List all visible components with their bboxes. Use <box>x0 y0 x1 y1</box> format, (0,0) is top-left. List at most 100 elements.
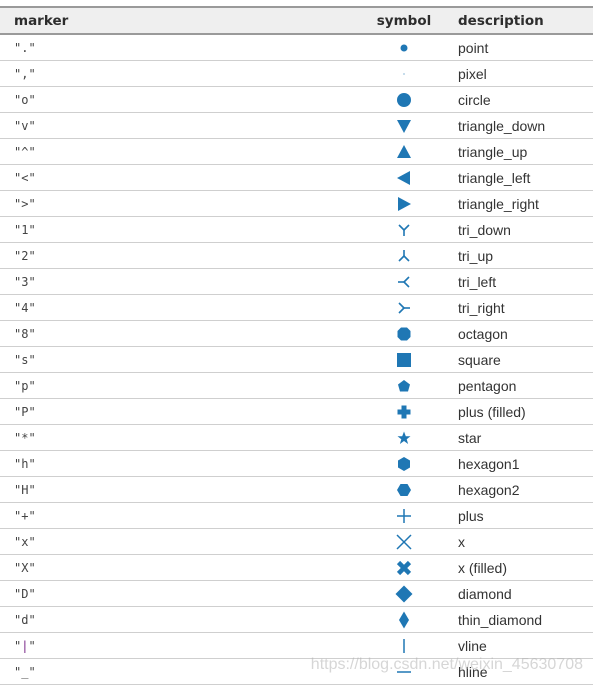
marker-code: "4" <box>0 294 364 321</box>
marker-symbol <box>364 606 444 633</box>
table-row: "d" thin_diamond <box>0 606 593 633</box>
marker-symbol <box>364 424 444 451</box>
marker-code-text: "X" <box>14 560 36 575</box>
x-icon <box>396 533 412 550</box>
marker-code-text: "P" <box>14 404 36 419</box>
marker-code-text: "8" <box>14 326 36 341</box>
marker-code: "|" <box>0 632 364 659</box>
marker-symbol <box>364 164 444 191</box>
marker-symbol <box>364 60 444 87</box>
table-row: "H" hexagon2 <box>0 476 593 503</box>
marker-code: "2" <box>0 242 364 269</box>
marker-symbol <box>364 34 444 61</box>
star-icon <box>397 431 411 444</box>
table-row: "*" star <box>0 424 593 451</box>
marker-symbol <box>364 112 444 139</box>
marker-symbol <box>364 320 444 347</box>
marker-code-text: "*" <box>14 430 36 445</box>
marker-code-text: "_" <box>14 664 36 679</box>
marker-code: "D" <box>0 580 364 607</box>
marker-code: "<" <box>0 164 364 191</box>
hexagon2-icon <box>397 483 411 496</box>
plus-icon <box>397 508 411 523</box>
marker-code: ">" <box>0 190 364 217</box>
marker-description: diamond <box>444 580 593 607</box>
marker-code-text: "h" <box>14 456 36 471</box>
table-header-row: marker symbol description <box>0 6 593 35</box>
marker-code-text: "v" <box>14 118 36 133</box>
plus-filled-icon <box>397 405 411 418</box>
marker-code-text: "<" <box>14 170 36 185</box>
thin-diamond-icon <box>399 611 409 628</box>
marker-description: triangle_down <box>444 112 593 139</box>
marker-code: "d" <box>0 606 364 633</box>
marker-code: "s" <box>0 346 364 373</box>
octagon-icon <box>397 327 411 340</box>
tri-right-icon <box>398 301 410 314</box>
marker-description: point <box>444 34 593 61</box>
marker-code-text: "." <box>14 40 36 55</box>
marker-code: "." <box>0 34 364 61</box>
marker-symbol <box>364 398 444 425</box>
marker-description: x <box>444 528 593 555</box>
marker-description: plus (filled) <box>444 398 593 425</box>
table-row: "v" triangle_down <box>0 112 593 139</box>
table-row: "x" x <box>0 528 593 555</box>
table-row: "X" x (filled) <box>0 554 593 581</box>
marker-symbol <box>364 268 444 295</box>
marker-code-text: "x" <box>14 534 36 549</box>
marker-code: "X" <box>0 554 364 581</box>
marker-table: marker symbol description "." point "," pix… <box>0 6 593 685</box>
marker-code: "_" <box>0 658 364 685</box>
marker-symbol <box>364 294 444 321</box>
marker-code-text: "4" <box>14 300 36 315</box>
column-header-symbol: symbol <box>364 6 444 35</box>
marker-symbol <box>364 580 444 607</box>
marker-symbol <box>364 216 444 243</box>
marker-code-text: ">" <box>14 196 36 211</box>
hline-icon <box>397 670 411 673</box>
marker-code-text: "^" <box>14 144 36 159</box>
triangle-right-icon <box>398 196 411 211</box>
table-row: "p" pentagon <box>0 372 593 399</box>
marker-code-text: "2" <box>14 248 36 263</box>
marker-code: "x" <box>0 528 364 555</box>
marker-symbol <box>364 346 444 373</box>
marker-code-text: "3" <box>14 274 36 289</box>
marker-description: vline <box>444 632 593 659</box>
table-row: "8" octagon <box>0 320 593 347</box>
marker-code-text: "1" <box>14 222 36 237</box>
marker-code-text: "D" <box>14 586 36 601</box>
table-row: "," pixel <box>0 60 593 87</box>
marker-code-text: "d" <box>14 612 36 627</box>
table-row: "|" vline <box>0 632 593 659</box>
marker-description: tri_left <box>444 268 593 295</box>
marker-description: tri_right <box>444 294 593 321</box>
table-row: "s" square <box>0 346 593 373</box>
diamond-icon <box>395 585 413 602</box>
marker-description: triangle_right <box>444 190 593 217</box>
marker-code-text: "s" <box>14 352 36 367</box>
table-row: "^" triangle_up <box>0 138 593 165</box>
vline-icon <box>403 638 405 653</box>
marker-description: circle <box>444 86 593 113</box>
marker-description: triangle_left <box>444 164 593 191</box>
table-row: "3" tri_left <box>0 268 593 295</box>
marker-code: "v" <box>0 112 364 139</box>
table-row: "P" plus (filled) <box>0 398 593 425</box>
marker-code: "p" <box>0 372 364 399</box>
table-row: "D" diamond <box>0 580 593 607</box>
marker-description: plus <box>444 502 593 529</box>
marker-code: "+" <box>0 502 364 529</box>
marker-code: "," <box>0 60 364 87</box>
table-row: "<" triangle_left <box>0 164 593 191</box>
table-row: ">" triangle_right <box>0 190 593 217</box>
marker-code: "o" <box>0 86 364 113</box>
marker-symbol <box>364 658 444 685</box>
table-row: "." point <box>0 34 593 61</box>
marker-symbol <box>364 138 444 165</box>
marker-code: "3" <box>0 268 364 295</box>
tri-left-icon <box>398 275 410 288</box>
marker-symbol <box>364 554 444 581</box>
marker-code: "H" <box>0 476 364 503</box>
